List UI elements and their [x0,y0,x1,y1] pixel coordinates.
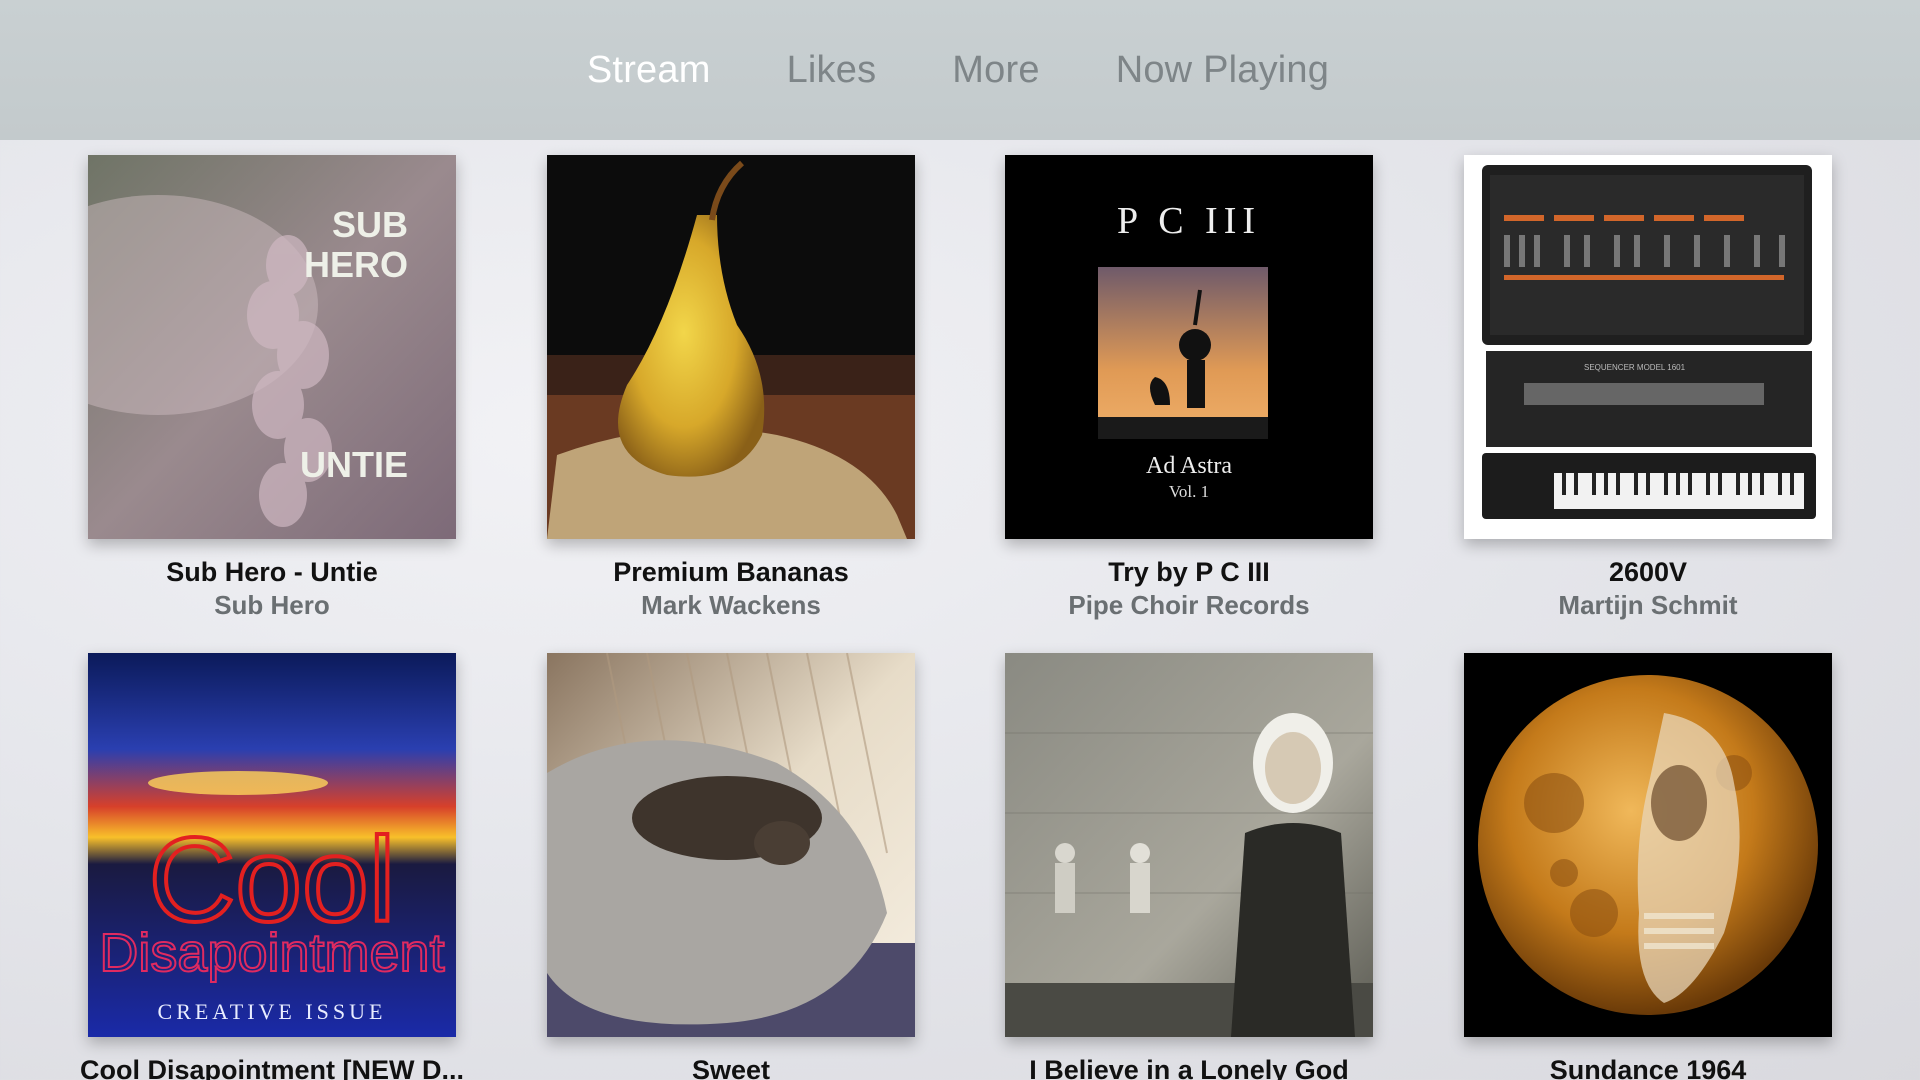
track-tile[interactable]: Sweet [547,653,915,1080]
sleeping-cat-artwork [547,653,915,1037]
track-title: Try by P C III [1108,557,1270,587]
track-title: Sub Hero - Untie [166,557,378,587]
track-title: Premium Bananas [613,557,849,587]
svg-text:UNTIE: UNTIE [300,444,408,485]
svg-text:SEQUENCER MODEL 1601: SEQUENCER MODEL 1601 [1584,363,1686,372]
album-artwork: Cool Disapointment CREATIVE ISSUE [88,653,456,1037]
track-title: I Believe in a Lonely God [1029,1055,1349,1080]
track-title: Sweet [691,1055,771,1080]
svg-text:Disapointment: Disapointment [99,923,444,983]
sub-hero-artwork: SUB HERO UNTIE [88,155,456,539]
svg-text:Vol. 1: Vol. 1 [1169,482,1209,501]
lonely-god-artwork [1005,653,1373,1037]
track-grid: SUB HERO UNTIE Sub Hero - Untie Sub Hero [0,0,1920,1080]
track-tile[interactable]: Cool Disapointment CREATIVE ISSUE Cool D… [80,653,464,1080]
track-tile[interactable]: Sundance 1964 [1464,653,1832,1080]
album-artwork: SUB HERO UNTIE [88,155,456,539]
album-artwork [547,155,915,539]
album-artwork: P C III Ad Astra Vol. 1 [1005,155,1373,539]
pear-artwork [547,155,915,539]
track-tile[interactable]: P C III Ad Astra Vol. 1 Try by P C III P… [1005,155,1373,621]
svg-text:CREATIVE ISSUE: CREATIVE ISSUE [158,999,387,1024]
sundance-moon-artwork [1464,653,1832,1037]
track-tile[interactable]: I Believe in a Lonely God [1005,653,1373,1080]
track-tile[interactable]: SUB HERO UNTIE Sub Hero - Untie Sub Hero [88,155,456,621]
track-title: Cool Disapointment [NEW D... [80,1055,464,1080]
track-artist: Mark Wackens [641,590,821,620]
cool-disapointment-artwork: Cool Disapointment CREATIVE ISSUE [88,653,456,1037]
synthesizer-artwork: SEQUENCER MODEL 1601 [1464,155,1832,539]
track-artist: Pipe Choir Records [1068,590,1310,620]
track-artist: Martijn Schmit [1558,590,1738,620]
svg-text:HERO: HERO [304,244,408,285]
svg-text:Ad Astra: Ad Astra [1146,453,1232,479]
track-title: 2600V [1608,557,1688,587]
album-artwork [547,653,915,1037]
album-artwork: SEQUENCER MODEL 1601 [1464,155,1832,539]
pc-iii-artwork: P C III Ad Astra Vol. 1 [1005,155,1373,539]
album-artwork [1464,653,1832,1037]
svg-text:SUB: SUB [332,204,408,245]
track-title: Sundance 1964 [1549,1055,1747,1080]
track-tile[interactable]: Premium Bananas Mark Wackens [547,155,915,621]
album-artwork [1005,653,1373,1037]
track-artist: Sub Hero [214,590,330,620]
svg-text:P C III: P C III [1117,200,1261,242]
track-tile[interactable]: SEQUENCER MODEL 1601 2600V Martijn Schmi… [1464,155,1832,621]
